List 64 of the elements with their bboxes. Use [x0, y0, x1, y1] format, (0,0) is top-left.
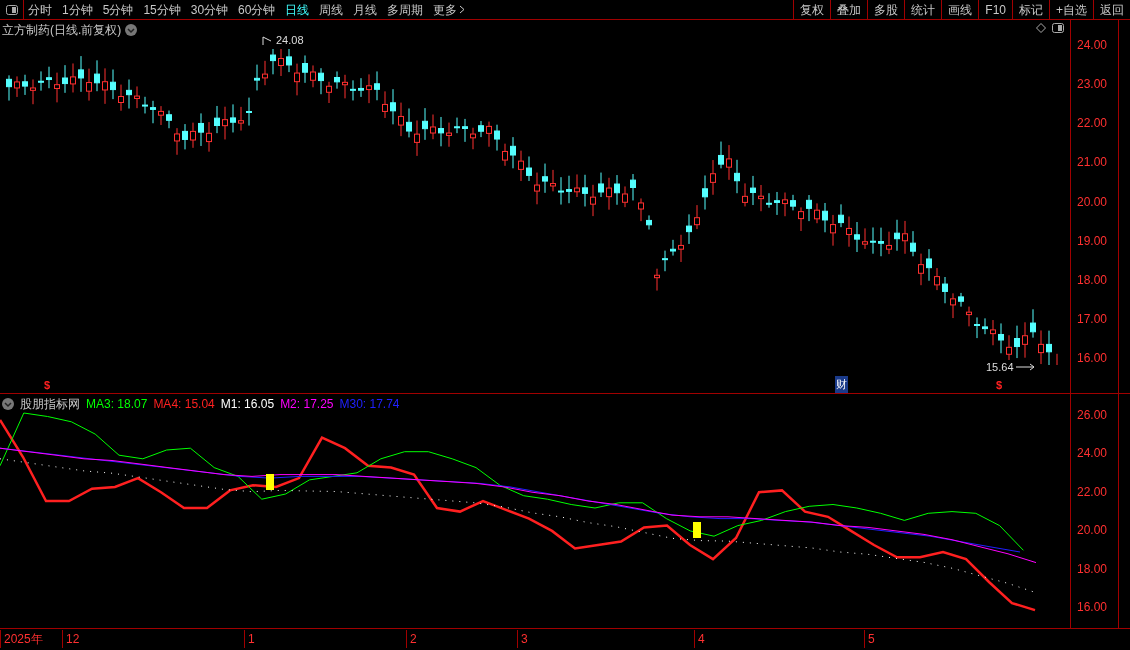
- price-axis-label: 21.00: [1077, 154, 1109, 172]
- price-axis-label: 20.00: [1077, 193, 1109, 211]
- pointer-icon: [262, 35, 272, 46]
- period-tab[interactable]: 60分钟: [238, 0, 276, 19]
- dollar-marker[interactable]: $: [996, 377, 1003, 394]
- price-axis-label: 17.00: [1077, 310, 1109, 328]
- signal-marker: [693, 522, 701, 538]
- indicator-axis-label: 22.00: [1077, 483, 1109, 501]
- toolbar-button[interactable]: 多股: [867, 0, 905, 19]
- dropdown-icon[interactable]: [125, 24, 138, 36]
- price-axis-label: 18.00: [1077, 271, 1109, 289]
- chart-title: 立方制药(日线.前复权): [2, 22, 122, 39]
- toolbar-button[interactable]: 返回: [1093, 0, 1130, 19]
- date-axis-label: 1: [244, 630, 255, 648]
- date-axis-label: 2: [406, 630, 417, 648]
- period-tab[interactable]: 月线: [353, 0, 378, 19]
- toolbar-button[interactable]: 画线: [941, 0, 979, 19]
- period-tab[interactable]: 1分钟: [62, 0, 93, 19]
- toolbar-button[interactable]: 统计: [904, 0, 942, 19]
- indicator-axis-label: 26.00: [1077, 407, 1109, 424]
- more-button[interactable]: 更多: [433, 0, 466, 19]
- arrow-icon: [1015, 363, 1036, 371]
- price-axis-label: 24.00: [1077, 37, 1109, 54]
- dropdown-icon[interactable]: [2, 398, 14, 410]
- price-axis-label: 23.00: [1077, 76, 1109, 94]
- indicator-axis-label: 16.00: [1077, 598, 1109, 616]
- legend-value: M30: 17.74: [339, 396, 400, 413]
- toolbar-button[interactable]: 标记: [1012, 0, 1049, 19]
- toolbar-button[interactable]: F10: [978, 0, 1012, 19]
- period-tab[interactable]: 分时: [28, 0, 52, 19]
- legend-value: MA3: 18.07: [86, 396, 148, 413]
- diamond-icon[interactable]: [1036, 23, 1046, 33]
- period-tab[interactable]: 多周期: [387, 0, 424, 19]
- low-price-label: 15.64: [986, 360, 1014, 374]
- indicator-axis-label: 24.00: [1077, 445, 1109, 463]
- toolbar-button[interactable]: 叠加: [830, 0, 868, 19]
- panel-toggle-icon[interactable]: [1052, 23, 1064, 33]
- legend-value: MA4: 15.04: [153, 396, 215, 413]
- period-tab[interactable]: 周线: [319, 0, 344, 19]
- period-tab[interactable]: 15分钟: [143, 0, 181, 19]
- legend-value: M1: 16.05: [220, 396, 275, 413]
- date-axis-label: 5: [864, 630, 875, 648]
- indicator-axis-label: 18.00: [1077, 560, 1109, 578]
- dollar-marker[interactable]: $: [44, 377, 51, 394]
- date-axis-label: 2025年: [0, 630, 43, 648]
- period-tab[interactable]: 日线: [285, 0, 310, 19]
- panel-toggle-icon[interactable]: [5, 4, 18, 15]
- indicator-axis-label: 20.00: [1077, 522, 1109, 540]
- toolbar-button[interactable]: 复权: [793, 0, 831, 19]
- date-axis-label: 12: [62, 630, 80, 648]
- finance-marker[interactable]: 财: [835, 376, 848, 393]
- toolbar-button[interactable]: +自选: [1049, 0, 1093, 19]
- high-price-label: 24.08: [276, 33, 304, 48]
- price-axis-label: 16.00: [1077, 350, 1109, 367]
- price-axis-label: 19.00: [1077, 232, 1109, 250]
- date-axis-label: 4: [694, 630, 705, 648]
- signal-marker: [266, 474, 274, 490]
- legend-value: M2: 17.25: [280, 396, 334, 413]
- chevron-right-icon: [459, 5, 466, 14]
- period-tab[interactable]: 30分钟: [190, 0, 229, 19]
- date-axis-label: 3: [517, 630, 528, 648]
- price-axis-label: 22.00: [1077, 115, 1109, 133]
- period-tab[interactable]: 5分钟: [102, 0, 134, 19]
- indicator-name: 股朋指标网: [20, 396, 80, 413]
